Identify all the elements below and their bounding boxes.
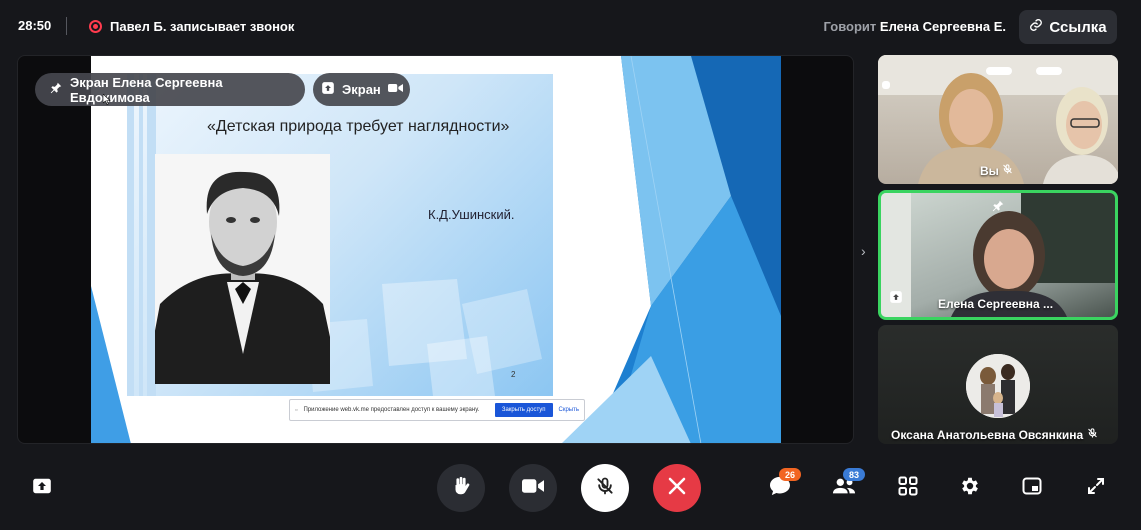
- participant-tile-oksana[interactable]: Оксана Анатольевна Овсянкина: [878, 325, 1118, 444]
- stop-sharing-button[interactable]: Закрыть доступ: [494, 403, 553, 417]
- end-call-button[interactable]: [653, 464, 701, 512]
- participant-name: Вы: [980, 164, 999, 178]
- camera-toggle-button[interactable]: [509, 464, 557, 512]
- screen-source-label: Экран: [342, 82, 381, 97]
- share-notification-text: Приложение web.vk.me предоставлен доступ…: [303, 407, 480, 413]
- call-timer: 28:50: [18, 18, 52, 33]
- header-divider: [66, 17, 67, 35]
- info-icon: ▫: [295, 406, 298, 414]
- layout-grid-button[interactable]: [894, 474, 922, 502]
- settings-button[interactable]: [956, 474, 984, 502]
- slide-page-number: 2: [511, 370, 516, 379]
- collapse-panel-chevron-icon[interactable]: ›: [861, 243, 866, 259]
- participant-tile-self[interactable]: Вы: [878, 55, 1118, 184]
- pinned-screen-label[interactable]: Экран Елена Сергеевна Евдокимова: [35, 73, 305, 106]
- camera-icon: [387, 82, 403, 97]
- recording-status: Павел Б. записывает звонок: [110, 19, 295, 34]
- microphone-toggle-button[interactable]: [581, 464, 629, 512]
- pin-icon: [49, 81, 63, 98]
- pip-icon: [1022, 477, 1042, 500]
- screen-source-pill[interactable]: Экран: [313, 73, 410, 106]
- hand-icon: [450, 475, 472, 502]
- chat-unread-badge: 26: [779, 468, 801, 481]
- mouse-cursor-icon: [102, 92, 111, 110]
- share-screen-icon: [32, 478, 52, 499]
- participants-button[interactable]: 83: [830, 468, 865, 502]
- recording-icon: [89, 20, 102, 33]
- picture-in-picture-button[interactable]: [1018, 474, 1046, 502]
- link-icon: [1029, 18, 1043, 36]
- pinned-pin-icon[interactable]: [991, 199, 1005, 218]
- gear-icon: [959, 475, 981, 502]
- participant-label-oksana: Оксана Анатольевна Овсянкина: [891, 427, 1098, 442]
- mic-muted-icon: [1002, 164, 1013, 178]
- screen-sharing-icon: [889, 290, 903, 309]
- copy-link-button[interactable]: Ссылка: [1019, 10, 1117, 44]
- chat-button[interactable]: 26: [766, 468, 801, 502]
- avatar: [966, 354, 1030, 418]
- copy-link-label: Ссылка: [1049, 18, 1107, 36]
- speaking-prefix: Говорит: [823, 19, 877, 34]
- speaking-name: Елена Сергеевна Е.: [879, 19, 1006, 34]
- portrait-image: [155, 154, 330, 384]
- fullscreen-button[interactable]: [1082, 474, 1110, 502]
- expand-icon: [1087, 477, 1105, 500]
- mic-muted-icon: [595, 475, 615, 502]
- raise-hand-button[interactable]: [437, 464, 485, 512]
- close-icon: [667, 476, 687, 501]
- participants-count-badge: 83: [843, 468, 865, 481]
- screen-share-stage[interactable]: «Детская природа требует наглядности» К.…: [17, 55, 854, 444]
- participant-tile-speaker[interactable]: Елена Сергеевна ...: [878, 190, 1118, 320]
- participant-label-self: Вы: [980, 163, 1013, 178]
- presentation-slide: «Детская природа требует наглядности» К.…: [91, 56, 781, 443]
- participant-name: Оксана Анатольевна Овсянкина: [891, 428, 1084, 442]
- upload-icon: [321, 81, 335, 98]
- active-speaker: Говорит Елена Сергеевна Е.: [824, 19, 1006, 34]
- mic-muted-icon: [1087, 428, 1098, 442]
- camera-icon: [522, 478, 544, 499]
- slide-title: «Детская природа требует наглядности»: [207, 118, 510, 135]
- grid-icon: [898, 476, 918, 501]
- participant-name: Елена Сергеевна ...: [938, 297, 1054, 311]
- screen-share-notification: ▫ Приложение web.vk.me предоставлен дост…: [289, 399, 585, 421]
- share-screen-button[interactable]: [28, 474, 56, 502]
- slide-author: К.Д.Ушинский.: [428, 207, 515, 222]
- hide-notification-link[interactable]: Скрыть: [559, 407, 579, 413]
